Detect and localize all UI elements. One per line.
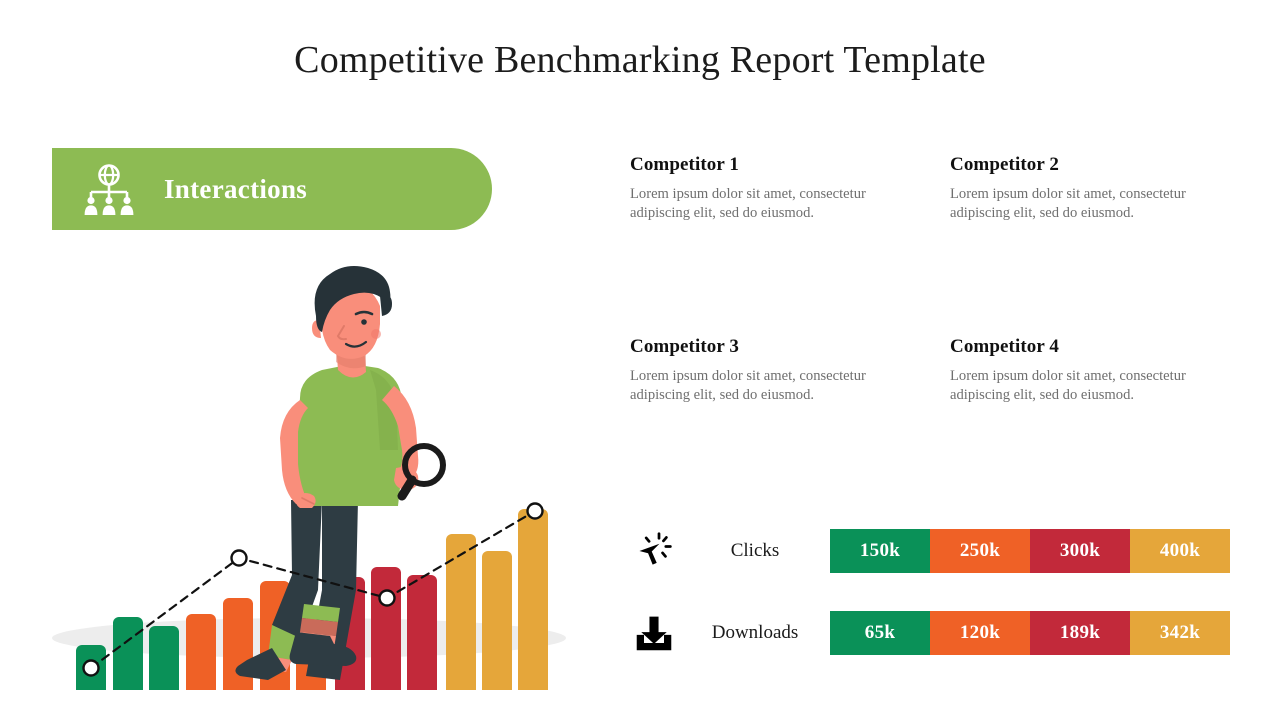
bar-6: [260, 581, 290, 690]
bar-13: [518, 509, 548, 690]
metric-row-downloads: Downloads 65k 120k 189k 342k: [628, 610, 1248, 656]
metric-label-clicks: Clicks: [730, 540, 780, 561]
click-cursor-icon: [628, 528, 680, 574]
bar-1: [76, 645, 106, 690]
interactions-banner[interactable]: Interactions: [52, 148, 492, 230]
competitor-description: Lorem ipsum dolor sit amet, consectetur …: [950, 186, 1186, 221]
page-title: Competitive Benchmarking Report Template: [294, 39, 986, 81]
metric-chip[interactable]: 300k: [1030, 529, 1130, 573]
bar-10: [407, 575, 437, 690]
competitor-block-2: Competitor 2 Lorem ipsum dolor sit amet,…: [950, 154, 1250, 336]
competitor-block-1: Competitor 1 Lorem ipsum dolor sit amet,…: [630, 154, 950, 336]
competitor-title: Competitor 1: [630, 154, 740, 175]
metric-values-downloads: 65k 120k 189k 342k: [830, 611, 1230, 655]
competitor-title: Competitor 3: [630, 336, 740, 357]
metric-chip[interactable]: 65k: [830, 611, 930, 655]
metric-label-downloads: Downloads: [711, 622, 799, 643]
metric-chip[interactable]: 250k: [930, 529, 1030, 573]
metric-chip[interactable]: 342k: [1130, 611, 1230, 655]
bar-4: [186, 614, 216, 690]
metric-chip[interactable]: 189k: [1030, 611, 1130, 655]
details-panel: Competitor 1 Lorem ipsum dolor sit amet,…: [620, 120, 1260, 700]
bar-5: [223, 598, 253, 690]
competitor-title: Competitor 2: [950, 154, 1060, 175]
bar-12: [482, 551, 512, 690]
metric-values-clicks: 150k 250k 300k 400k: [830, 529, 1230, 573]
bar-11: [446, 534, 476, 690]
bar-8: [335, 577, 365, 690]
competitor-description: Lorem ipsum dolor sit amet, consectetur …: [630, 368, 866, 403]
competitor-description: Lorem ipsum dolor sit amet, consectetur …: [630, 186, 866, 221]
network-people-icon: [84, 164, 134, 215]
bar-3: [149, 626, 179, 690]
metric-row-clicks: Clicks 150k 250k 300k 400k: [628, 528, 1248, 574]
slide-canvas: Competitive Benchmarking Report Template: [0, 0, 1280, 720]
bar-7: [296, 610, 326, 690]
download-icon: [628, 610, 680, 656]
competitor-block-3: Competitor 3 Lorem ipsum dolor sit amet,…: [630, 336, 950, 404]
competitor-block-4: Competitor 4 Lorem ipsum dolor sit amet,…: [950, 336, 1250, 404]
metric-chip[interactable]: 150k: [830, 529, 930, 573]
competitor-grid: Competitor 1 Lorem ipsum dolor sit amet,…: [630, 154, 1250, 404]
competitor-title: Competitor 4: [950, 336, 1060, 357]
bar-2: [113, 617, 143, 690]
metric-chip[interactable]: 120k: [930, 611, 1030, 655]
interactions-banner-label: Interactions: [164, 173, 308, 204]
bar-9: [371, 567, 401, 690]
chart-illustration-panel: Interactions: [0, 120, 600, 690]
metric-chip[interactable]: 400k: [1130, 529, 1230, 573]
competitor-description: Lorem ipsum dolor sit amet, consectetur …: [950, 368, 1186, 403]
